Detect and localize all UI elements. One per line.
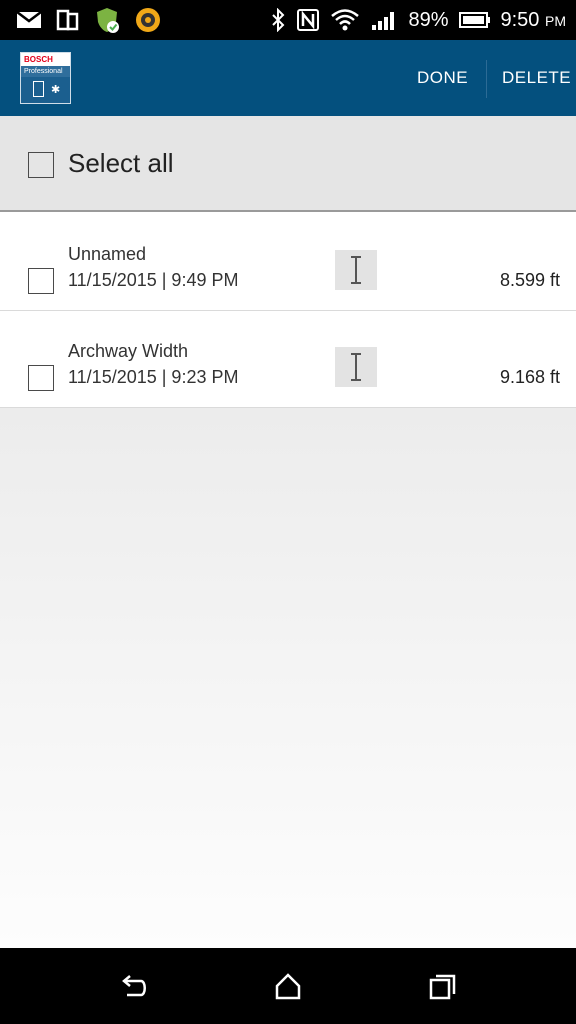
done-button[interactable]: DONE: [417, 40, 468, 116]
list-item[interactable]: Unnamed 11/15/2015 | 9:49 PM 8.599 ft: [0, 214, 576, 311]
item-checkbox[interactable]: [28, 365, 54, 391]
system-icons: 89% 9:50 PM: [270, 0, 566, 40]
empty-area: [0, 408, 576, 948]
action-divider: [486, 60, 487, 98]
clock-time: 9:50: [500, 8, 540, 31]
app-circle-icon: [134, 6, 162, 34]
device-outline-icon: [33, 81, 44, 97]
mail-icon: [16, 10, 42, 30]
item-date: 11/15/2015 | 9:49 PM: [68, 270, 239, 290]
nfc-icon: [296, 8, 320, 32]
back-icon[interactable]: [118, 970, 150, 1002]
item-date: 11/15/2015 | 9:23 PM: [68, 367, 239, 387]
list-item[interactable]: Archway Width 11/15/2015 | 9:23 PM 9.168…: [0, 311, 576, 408]
item-name: Unnamed: [68, 244, 147, 264]
item-checkbox[interactable]: [28, 268, 54, 294]
wifi-icon: [330, 8, 360, 32]
clock: 9:50 PM: [501, 9, 567, 32]
signal-icon: [370, 9, 398, 31]
item-value: 8.599 ft: [499, 270, 560, 290]
select-all-bar: Select all: [0, 116, 576, 212]
shield-check-icon: [94, 6, 120, 34]
select-all-label[interactable]: Select all: [68, 148, 174, 179]
status-bar: 89% 9:50 PM: [0, 0, 576, 40]
length-icon: [335, 250, 377, 290]
length-icon: [335, 347, 377, 387]
item-name: Archway Width: [68, 341, 189, 361]
delete-button[interactable]: DELETE: [502, 40, 571, 116]
device-icon: [56, 9, 80, 31]
logo-brand: BOSCH: [21, 53, 70, 66]
notification-icons: [16, 6, 162, 34]
home-icon[interactable]: [272, 970, 304, 1002]
logo-bluetooth-icon: ✱: [51, 84, 61, 96]
battery-percent: 89%: [408, 8, 449, 31]
item-value: 9.168 ft: [499, 367, 560, 387]
navigation-bar: [0, 948, 576, 1024]
select-all-checkbox[interactable]: [28, 152, 54, 178]
recents-icon[interactable]: [426, 970, 458, 1002]
bosch-logo: BOSCH Professional ✱: [20, 52, 71, 104]
clock-ampm: PM: [545, 12, 566, 29]
logo-sub: Professional: [21, 66, 70, 77]
bluetooth-icon: [270, 8, 286, 32]
measurement-list: Unnamed 11/15/2015 | 9:49 PM 8.599 ft Ar…: [0, 214, 576, 408]
app-bar: BOSCH Professional ✱ DONE DELETE: [0, 40, 576, 116]
battery-icon: [458, 11, 491, 29]
